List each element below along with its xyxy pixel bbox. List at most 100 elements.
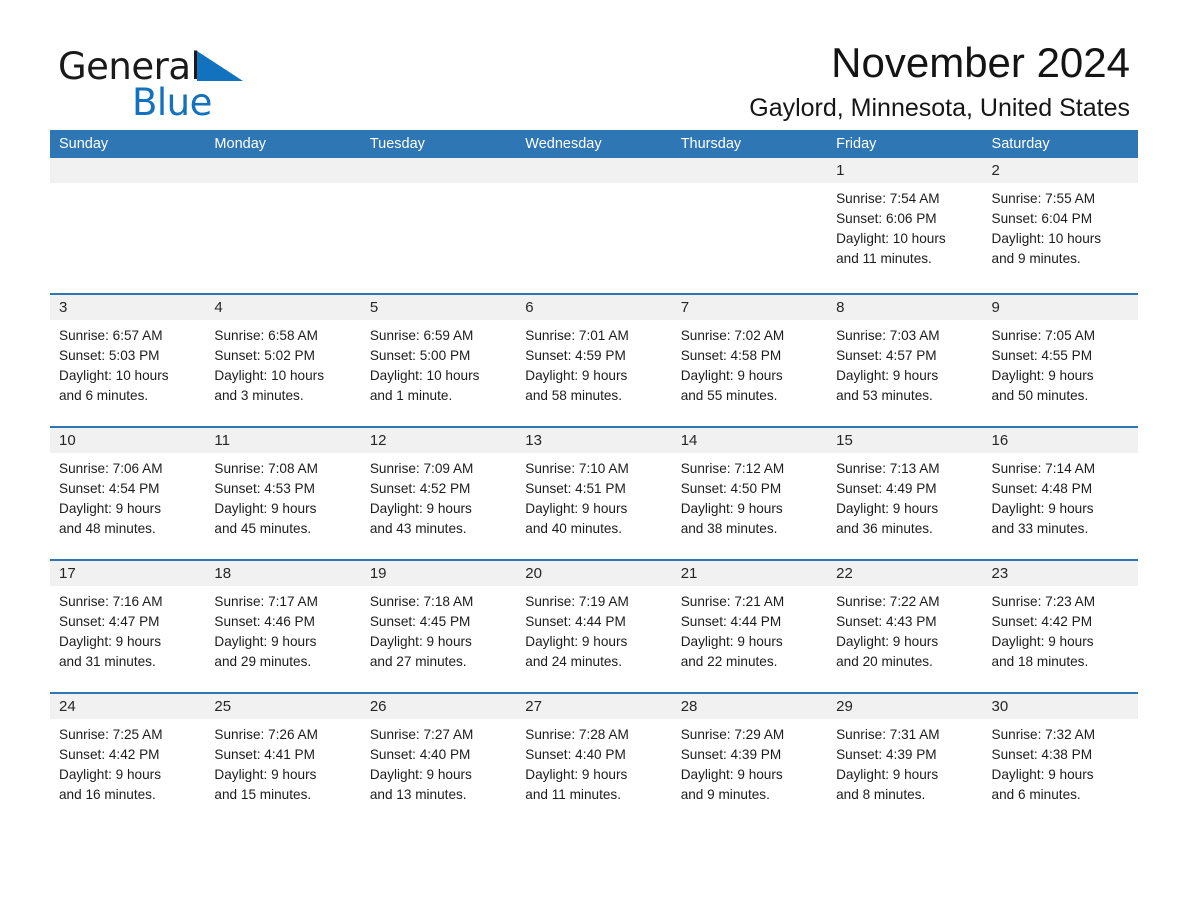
sunset-line: Sunset: 4:53 PM — [214, 481, 315, 496]
day-cell[interactable]: 14 Sunrise: 7:12 AM Sunset: 4:50 PM Dayligh… — [672, 428, 827, 559]
daylight-line-2: and 3 minutes. — [214, 388, 304, 403]
day-cell[interactable]: 28 Sunrise: 7:29 AM Sunset: 4:39 PM Dayligh… — [672, 694, 827, 825]
day-cell[interactable]: 17 Sunrise: 7:16 AM Sunset: 4:47 PM Dayligh… — [50, 561, 205, 692]
daylight-line-2: and 33 minutes. — [991, 521, 1089, 536]
sunrise-line: Sunrise: 7:19 AM — [525, 594, 629, 609]
day-cell[interactable]: 6 Sunrise: 7:01 AM Sunset: 4:59 PM Daylight… — [516, 295, 671, 426]
sunset-line: Sunset: 4:51 PM — [525, 481, 626, 496]
day-sun-info: Sunrise: 7:09 AM Sunset: 4:52 PM Daylight:… — [370, 453, 516, 539]
day-cell[interactable]: 16 Sunrise: 7:14 AM Sunset: 4:48 PM Dayligh… — [983, 428, 1138, 559]
day-number: 29 — [836, 698, 853, 715]
sunset-line: Sunset: 4:46 PM — [214, 614, 315, 629]
daylight-line-1: Daylight: 9 hours — [991, 501, 1094, 516]
day-cell[interactable]: 26 Sunrise: 7:27 AM Sunset: 4:40 PM Dayligh… — [361, 694, 516, 825]
day-sun-info: Sunrise: 6:59 AM Sunset: 5:00 PM Daylight:… — [370, 320, 516, 406]
day-cell[interactable]: 10 Sunrise: 7:06 AM Sunset: 4:54 PM Dayligh… — [50, 428, 205, 559]
day-cell[interactable]: 15 Sunrise: 7:13 AM Sunset: 4:49 PM Dayligh… — [827, 428, 982, 559]
day-number — [370, 158, 516, 183]
weekday-header-wednesday: Wednesday — [525, 136, 602, 152]
daylight-line-2: and 6 minutes. — [991, 787, 1081, 802]
day-cell[interactable]: 22 Sunrise: 7:22 AM Sunset: 4:43 PM Dayligh… — [827, 561, 982, 692]
sunrise-line: Sunrise: 7:17 AM — [214, 594, 318, 609]
day-cell[interactable]: 27 Sunrise: 7:28 AM Sunset: 4:40 PM Dayligh… — [516, 694, 671, 825]
weekday-header-saturday: Saturday — [991, 136, 1050, 152]
calendar-week-row: 3 Sunrise: 6:57 AM Sunset: 5:03 PM Daylight… — [50, 293, 1138, 426]
day-cell-empty — [205, 158, 360, 293]
day-cell[interactable]: 20 Sunrise: 7:19 AM Sunset: 4:44 PM Dayligh… — [516, 561, 671, 692]
day-sun-info: Sunrise: 7:02 AM Sunset: 4:58 PM Daylight:… — [681, 320, 827, 406]
day-cell[interactable]: 30 Sunrise: 7:32 AM Sunset: 4:38 PM Dayligh… — [983, 694, 1138, 825]
day-sun-info: Sunrise: 6:57 AM Sunset: 5:03 PM Daylight:… — [59, 320, 205, 406]
calendar-week-row: 17 Sunrise: 7:16 AM Sunset: 4:47 PM Dayligh… — [50, 559, 1138, 692]
day-cell[interactable]: 24 Sunrise: 7:25 AM Sunset: 4:42 PM Dayligh… — [50, 694, 205, 825]
daylight-line-1: Daylight: 9 hours — [59, 501, 162, 516]
sunset-line: Sunset: 4:41 PM — [214, 747, 315, 762]
daylight-line-2: and 38 minutes. — [680, 521, 778, 536]
sunset-line: Sunset: 6:04 PM — [991, 211, 1093, 226]
daylight-line-2: and 1 minute. — [369, 388, 453, 403]
day-cell[interactable]: 8 Sunrise: 7:03 AM Sunset: 4:57 PM Daylight… — [827, 295, 982, 426]
day-cell[interactable]: 12 Sunrise: 7:09 AM Sunset: 4:52 PM Dayligh… — [361, 428, 516, 559]
day-cell[interactable]: 5 Sunrise: 6:59 AM Sunset: 5:00 PM Daylight… — [361, 295, 516, 426]
day-cell[interactable]: 3 Sunrise: 6:57 AM Sunset: 5:03 PM Daylight… — [50, 295, 205, 426]
day-cell[interactable]: 21 Sunrise: 7:21 AM Sunset: 4:44 PM Dayligh… — [672, 561, 827, 692]
daylight-line-2: and 40 minutes. — [525, 521, 622, 536]
calendar-weeks: 1 Sunrise: 7:54 AM Sunset: 6:06 PM Daylight… — [50, 158, 1138, 825]
sunset-line: Sunset: 4:40 PM — [525, 747, 626, 762]
sunset-line: Sunset: 4:49 PM — [836, 481, 937, 496]
week-cells: 24 Sunrise: 7:25 AM Sunset: 4:42 PM Dayligh… — [50, 694, 1138, 825]
day-cell[interactable]: 7 Sunrise: 7:02 AM Sunset: 4:58 PM Daylight… — [672, 295, 827, 426]
sunset-line: Sunset: 4:48 PM — [991, 481, 1093, 496]
day-sun-info: Sunrise: 7:25 AM Sunset: 4:42 PM Daylight:… — [59, 719, 205, 805]
logo-text-general: General — [58, 45, 201, 88]
daylight-line-2: and 36 minutes. — [836, 521, 933, 536]
day-cell[interactable]: 1 Sunrise: 7:54 AM Sunset: 6:06 PM Daylight… — [827, 158, 982, 293]
daylight-line-2: and 53 minutes. — [836, 388, 933, 403]
daylight-line-2: and 11 minutes. — [525, 787, 621, 802]
day-number: 14 — [680, 432, 698, 449]
day-number: 4 — [214, 299, 223, 316]
sunrise-line: Sunrise: 7:22 AM — [836, 594, 940, 609]
day-cell[interactable]: 19 Sunrise: 7:18 AM Sunset: 4:45 PM Dayligh… — [361, 561, 516, 692]
daylight-line-2: and 20 minutes. — [836, 654, 933, 669]
sunrise-line: Sunrise: 7:26 AM — [214, 727, 318, 742]
sunset-line: Sunset: 4:42 PM — [59, 747, 160, 762]
day-cell[interactable]: 4 Sunrise: 6:58 AM Sunset: 5:02 PM Daylight… — [205, 295, 360, 426]
day-cell[interactable]: 25 Sunrise: 7:26 AM Sunset: 4:41 PM Dayligh… — [205, 694, 360, 825]
day-number — [59, 158, 205, 183]
daylight-line-1: Daylight: 10 hours — [369, 368, 480, 383]
day-number — [214, 158, 360, 183]
day-number: 7 — [680, 299, 690, 316]
daylight-line-1: Daylight: 9 hours — [836, 501, 939, 516]
sunset-line: Sunset: 4:39 PM — [836, 747, 937, 762]
day-sun-info: Sunrise: 7:18 AM Sunset: 4:45 PM Daylight:… — [370, 586, 516, 672]
sunset-line: Sunset: 4:50 PM — [680, 481, 782, 496]
day-cell[interactable]: 2 Sunrise: 7:55 AM Sunset: 6:04 PM Daylight… — [983, 158, 1138, 293]
daylight-line-2: and 6 minutes. — [59, 388, 149, 403]
week-cells: 10 Sunrise: 7:06 AM Sunset: 4:54 PM Dayligh… — [50, 428, 1138, 559]
day-sun-info: Sunrise: 7:17 AM Sunset: 4:46 PM Daylight:… — [214, 586, 360, 672]
daylight-line-1: Daylight: 10 hours — [214, 368, 324, 383]
weekday-header-friday: Friday — [836, 136, 877, 152]
day-sun-info: Sunrise: 7:19 AM Sunset: 4:44 PM Daylight:… — [525, 586, 671, 672]
day-cell[interactable]: 23 Sunrise: 7:23 AM Sunset: 4:42 PM Dayligh… — [983, 561, 1138, 692]
general-blue-logo[interactable]: General Blue — [58, 48, 358, 124]
daylight-line-1: Daylight: 9 hours — [59, 634, 162, 649]
title-block: November 2024 Gaylord, Minnesota, United… — [749, 40, 1130, 123]
day-sun-info: Sunrise: 7:08 AM Sunset: 4:53 PM Daylight:… — [214, 453, 360, 539]
calendar-page: General Blue November 2024 Gaylord, Minn… — [0, 0, 1188, 918]
day-cell[interactable]: 18 Sunrise: 7:17 AM Sunset: 4:46 PM Dayligh… — [205, 561, 360, 692]
day-number: 11 — [214, 432, 230, 449]
day-cell[interactable]: 9 Sunrise: 7:05 AM Sunset: 4:55 PM Daylight… — [983, 295, 1138, 426]
page-header: General Blue November 2024 Gaylord, Minn… — [50, 0, 1138, 123]
sunrise-line: Sunrise: 7:08 AM — [214, 461, 318, 476]
week-cells: 17 Sunrise: 7:16 AM Sunset: 4:47 PM Dayligh… — [50, 561, 1138, 692]
daylight-line-1: Daylight: 9 hours — [369, 501, 472, 516]
day-cell[interactable]: 11 Sunrise: 7:08 AM Sunset: 4:53 PM Dayligh… — [205, 428, 360, 559]
sunrise-line: Sunrise: 6:58 AM — [214, 328, 318, 343]
sunrise-line: Sunrise: 7:02 AM — [680, 328, 785, 343]
day-cell[interactable]: 29 Sunrise: 7:31 AM Sunset: 4:39 PM Dayligh… — [827, 694, 982, 825]
day-number — [681, 158, 827, 183]
day-cell[interactable]: 13 Sunrise: 7:10 AM Sunset: 4:51 PM Dayligh… — [516, 428, 671, 559]
sunrise-line: Sunrise: 7:54 AM — [836, 191, 940, 206]
